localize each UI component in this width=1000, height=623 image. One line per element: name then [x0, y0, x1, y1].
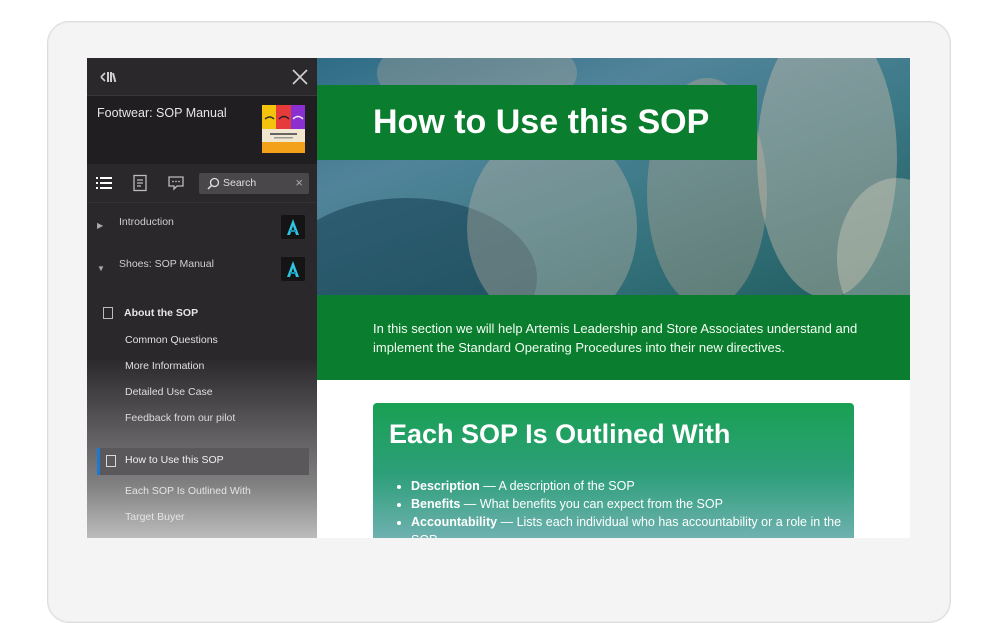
lesson-label: Common Questions: [125, 334, 218, 346]
lesson-label: Feedback from our pilot: [125, 412, 236, 424]
section-about-the-sop[interactable]: About the SOP: [87, 299, 317, 329]
intro-text: In this section we will help Artemis Lea…: [373, 321, 858, 355]
comments-icon[interactable]: [167, 174, 185, 192]
card-title: Each SOP Is Outlined With: [389, 419, 731, 449]
outline-list: Description — A description of the SOP B…: [411, 477, 851, 538]
list-item: Accountability — Lists each individual w…: [411, 513, 851, 538]
list-item-text: — A description of the SOP: [479, 479, 635, 493]
search-input[interactable]: Search ×: [199, 173, 309, 194]
intro-band: In this section we will help Artemis Lea…: [317, 295, 910, 380]
search-label: Search: [223, 177, 257, 189]
chapter-label: Introduction: [119, 216, 174, 228]
course-title: Footwear: SOP Manual: [97, 106, 227, 120]
list-item-term: Accountability: [411, 515, 498, 529]
list-item: Description — A description of the SOP: [411, 477, 851, 495]
search-icon: [207, 177, 220, 190]
lesson-each-sop-outlined[interactable]: Each SOP Is Outlined With: [125, 485, 251, 497]
lesson-feedback-from-pilot[interactable]: Feedback from our pilot: [87, 407, 317, 433]
lesson-label: Detailed Use Case: [125, 386, 213, 398]
library-back-icon[interactable]: [97, 69, 119, 85]
section-label: How to Use this SOP: [125, 454, 224, 466]
chapter-shoes-sop-manual[interactable]: ▼ Shoes: SOP Manual: [87, 249, 317, 291]
main-content: How to Use this SOP In this section we w…: [317, 58, 910, 538]
clear-search-icon[interactable]: ×: [295, 175, 303, 191]
sidebar: Footwear: SOP Manual Search × ▶ Introduc…: [87, 58, 317, 538]
lesson-more-information[interactable]: More Information: [87, 355, 317, 381]
chevron-right-icon: ▶: [97, 221, 104, 230]
artemis-logo-icon: [281, 215, 305, 239]
section-how-to-use-active[interactable]: How to Use this SOP: [97, 448, 309, 475]
list-item: Benefits — What benefits you can expect …: [411, 495, 851, 513]
close-icon[interactable]: [291, 68, 309, 86]
page-icon: [106, 455, 116, 467]
list-item-term: Description: [411, 479, 480, 493]
lesson-common-questions[interactable]: Common Questions: [87, 329, 317, 355]
chapter-introduction[interactable]: ▶ Introduction: [87, 207, 317, 249]
list-item-term: Benefits: [411, 497, 461, 511]
hero-title-banner: How to Use this SOP: [317, 85, 757, 160]
course-thumbnail: [262, 105, 305, 153]
page-title: How to Use this SOP: [373, 103, 710, 141]
course-title-row: Footwear: SOP Manual: [87, 96, 317, 164]
page-icon: [103, 307, 113, 319]
lesson-detailed-use-case[interactable]: Detailed Use Case: [87, 381, 317, 407]
list-item-text: — What benefits you can expect from the …: [460, 497, 723, 511]
outline-card: Each SOP Is Outlined With Description — …: [373, 403, 854, 538]
chapter-label: Shoes: SOP Manual: [119, 258, 214, 270]
chevron-down-icon: ▼: [97, 264, 105, 273]
sidebar-toolbar: Search ×: [87, 164, 317, 203]
sidebar-header: [87, 58, 317, 96]
section-label: About the SOP: [124, 307, 199, 319]
lesson-label: More Information: [125, 360, 205, 372]
lesson-target-buyer[interactable]: Target Buyer: [125, 511, 185, 523]
hero-image: How to Use this SOP: [317, 58, 910, 295]
app-screen: Footwear: SOP Manual Search × ▶ Introduc…: [87, 58, 910, 538]
outline-list-icon[interactable]: [95, 174, 113, 192]
artemis-logo-icon: [281, 257, 305, 281]
notes-icon[interactable]: [131, 174, 149, 192]
